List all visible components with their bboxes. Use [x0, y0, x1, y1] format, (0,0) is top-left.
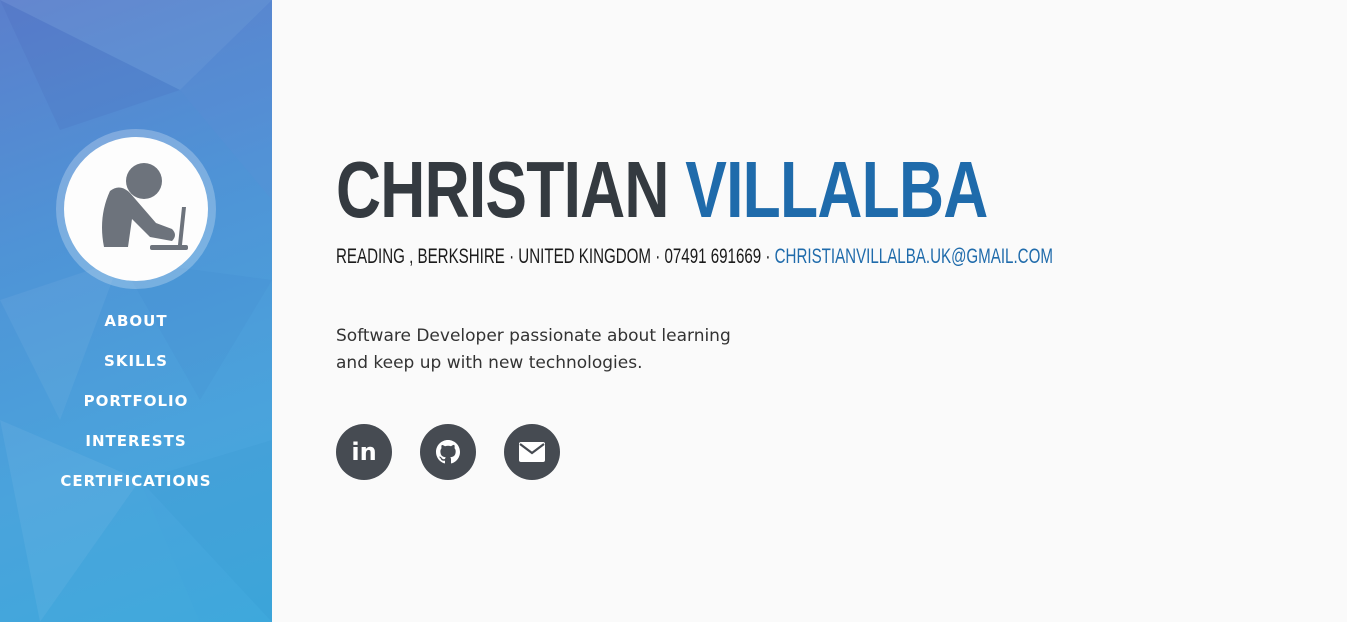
contact-line: READING , BERKSHIRE · UNITED KINGDOM · 0…: [336, 243, 1053, 271]
github-button[interactable]: [420, 424, 476, 480]
page-title: CHRISTIAN VILLALBA: [336, 140, 988, 240]
last-name: VILLALBA: [685, 145, 988, 234]
email-link[interactable]: CHRISTIANVILLALBA.UK@GMAIL.COM: [775, 245, 1053, 268]
first-name: CHRISTIAN: [336, 145, 669, 234]
github-icon: [436, 440, 460, 464]
email-button[interactable]: [504, 424, 560, 480]
person-at-laptop-icon: [102, 163, 188, 250]
bio: Software Developer passionate about lear…: [336, 323, 776, 377]
avatar: [56, 129, 216, 289]
bio-line-1: Software Developer passionate about lear…: [336, 326, 731, 346]
nav-portfolio[interactable]: PORTFOLIO: [0, 390, 272, 430]
sidebar: ABOUT SKILLS PORTFOLIO INTERESTS CERTIFI…: [0, 0, 272, 622]
linkedin-button[interactable]: in: [336, 424, 392, 480]
linkedin-icon: in: [351, 438, 377, 466]
social-links: in: [336, 424, 560, 480]
nav-interests[interactable]: INTERESTS: [0, 430, 272, 470]
nav-skills[interactable]: SKILLS: [0, 350, 272, 390]
envelope-icon: [519, 442, 545, 462]
contact-text: READING , BERKSHIRE · UNITED KINGDOM · 0…: [336, 245, 775, 268]
nav-about[interactable]: ABOUT: [0, 310, 272, 350]
sidebar-nav: ABOUT SKILLS PORTFOLIO INTERESTS CERTIFI…: [0, 310, 272, 510]
nav-certifications[interactable]: CERTIFICATIONS: [0, 470, 272, 510]
bio-line-2: and keep up with new technologies.: [336, 353, 643, 373]
